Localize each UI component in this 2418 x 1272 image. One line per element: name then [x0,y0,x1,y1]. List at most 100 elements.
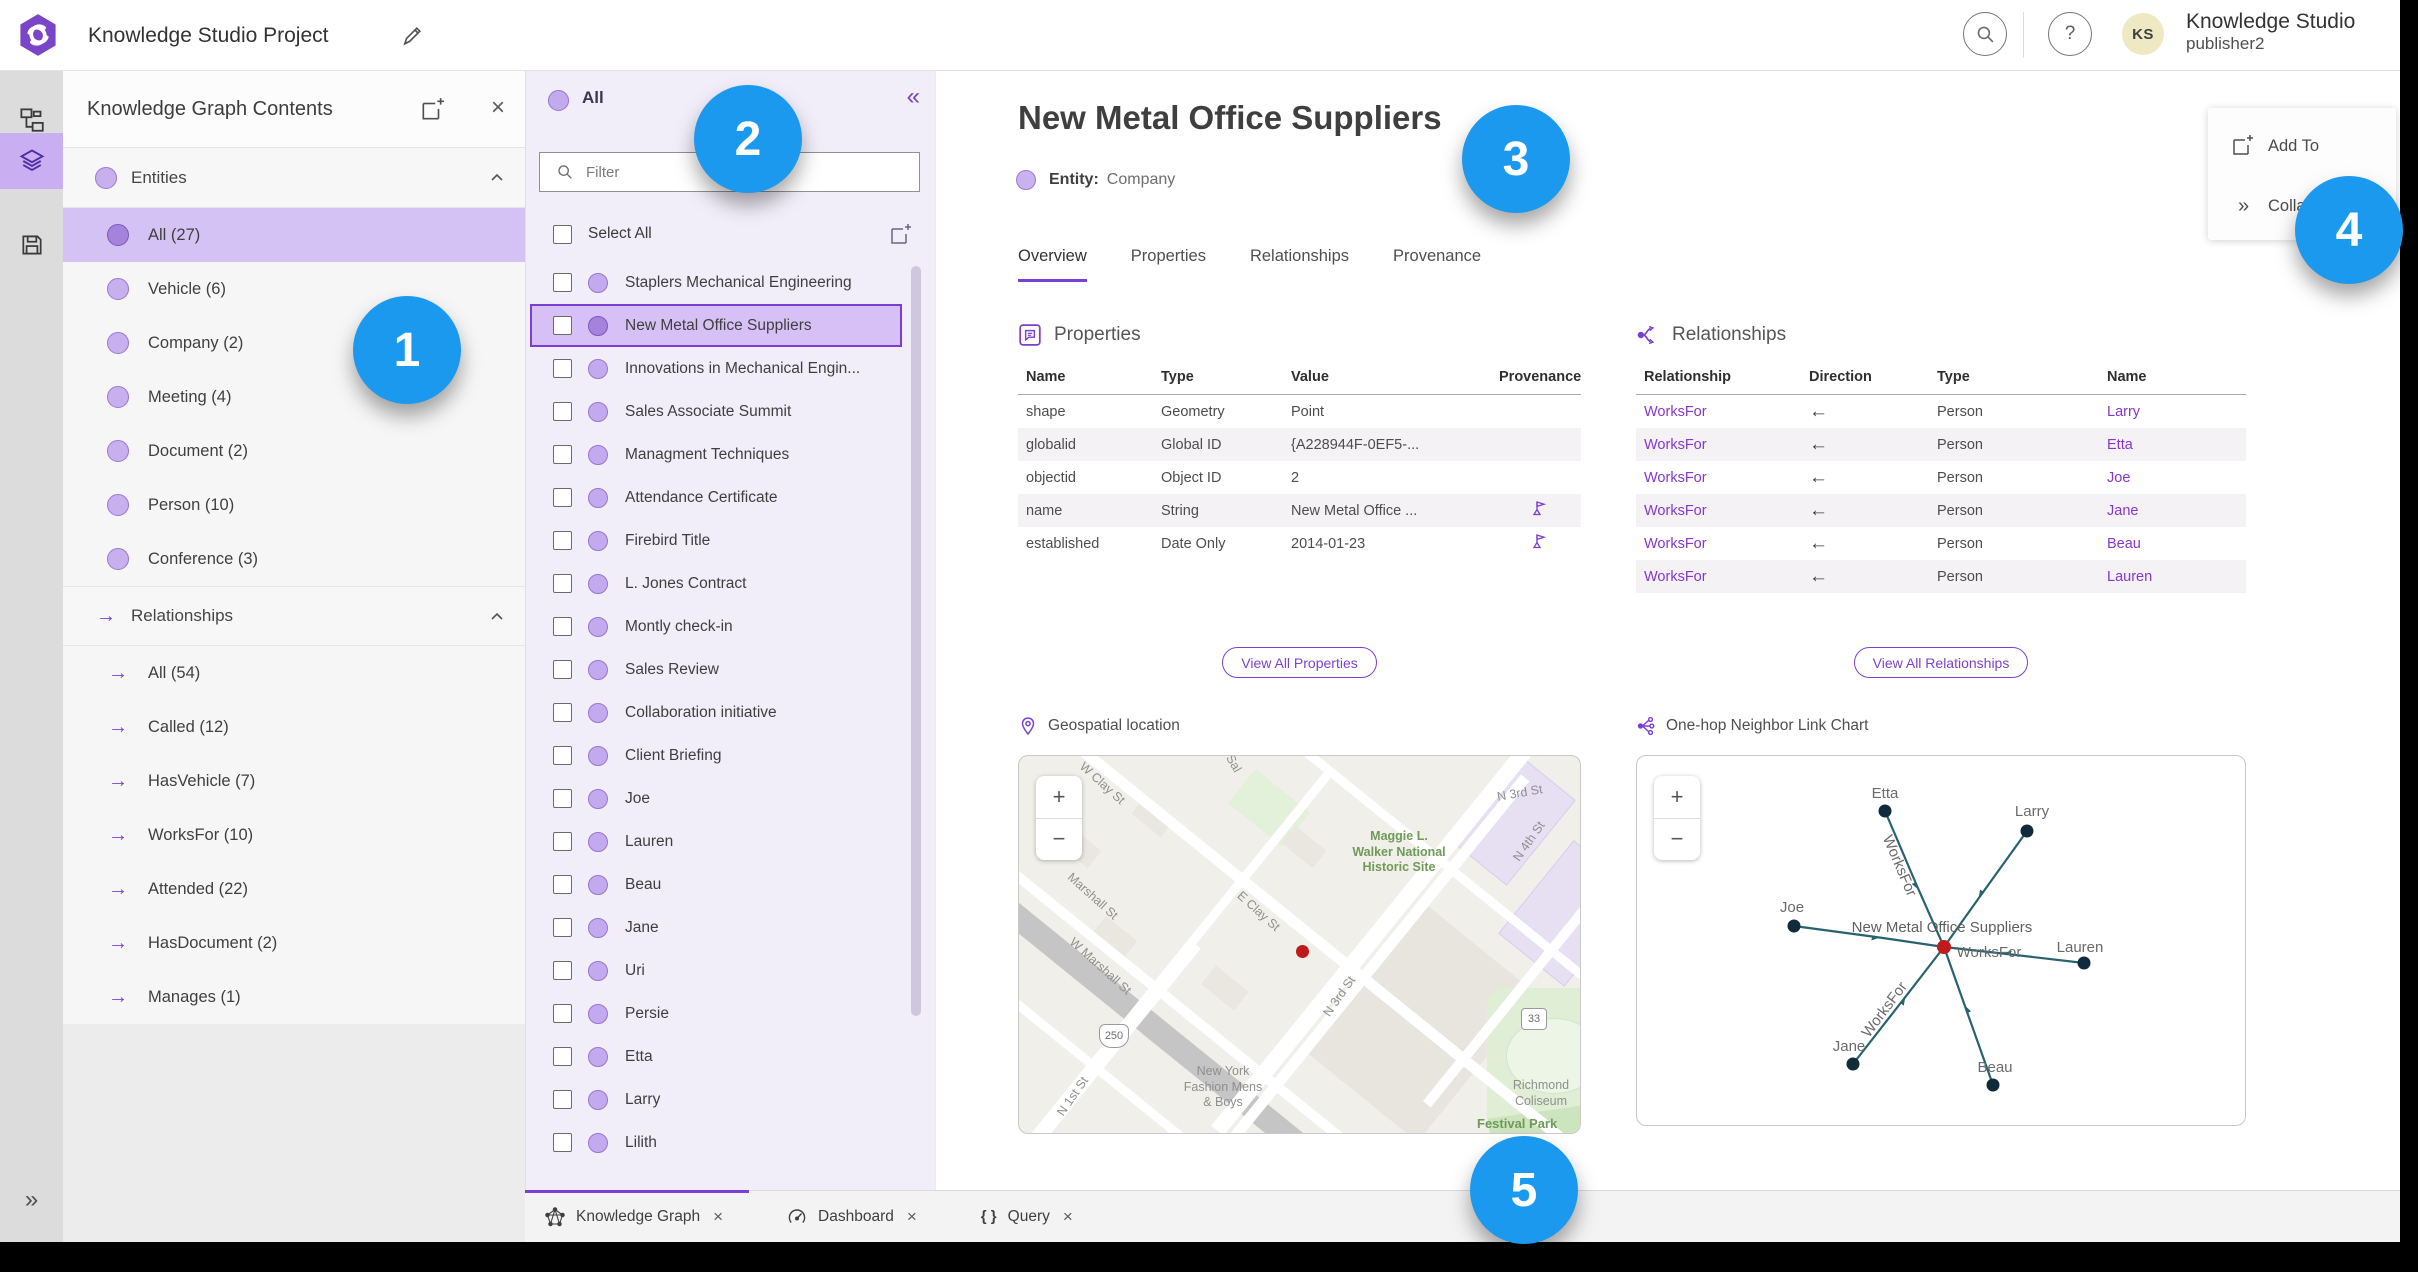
list-scrollbar[interactable] [911,266,921,1016]
item-checkbox[interactable] [553,445,572,464]
item-checkbox[interactable] [553,746,572,765]
entity-list-item[interactable]: Staplers Mechanical Engineering [526,261,910,304]
entity-list-item[interactable]: Firebird Title [526,519,910,562]
tab-relationships[interactable]: Relationships [1250,247,1349,282]
entity-list-item[interactable]: Sales Associate Summit [526,390,910,433]
view-all-relationships-button[interactable]: View All Relationships [1853,647,2029,678]
item-checkbox[interactable] [553,1047,572,1066]
entity-list-item[interactable]: Sales Review [526,648,910,691]
relationship-type-row[interactable]: → WorksFor (10) [63,808,525,862]
zoom-in-button[interactable]: + [1654,776,1700,819]
relationship-type-row[interactable]: → HasVehicle (7) [63,754,525,808]
search-button[interactable] [1963,12,2007,56]
item-checkbox[interactable] [553,961,572,980]
entities-section-header[interactable]: Entities [63,148,525,208]
item-checkbox[interactable] [553,273,572,292]
rail-item-save[interactable] [0,217,63,273]
add-selection-to-new-window-button[interactable] [888,223,912,247]
view-all-properties-button[interactable]: View All Properties [1222,647,1377,678]
select-all-checkbox[interactable] [553,224,572,244]
tab-query[interactable]: { } Query × [961,1191,1099,1242]
zoom-in-button[interactable]: + [1036,776,1082,819]
center-node[interactable] [1937,940,1951,954]
tab-dashboard[interactable]: Dashboard × [767,1191,943,1242]
relationship-link[interactable]: WorksFor [1636,536,1801,552]
item-checkbox[interactable] [553,703,572,722]
entity-list-item[interactable]: New Metal Office Suppliers [530,304,902,347]
entity-type-row[interactable]: Conference (3) [63,532,525,586]
entity-list-item[interactable]: Etta [526,1035,910,1078]
relationships-section-header[interactable]: → Relationships [63,586,525,646]
entity-list-item[interactable]: Innovations in Mechanical Engin... [526,347,910,390]
item-checkbox[interactable] [553,617,572,636]
tab-knowledge-graph[interactable]: Knowledge Graph × [525,1190,750,1242]
entity-type-row[interactable]: Vehicle (6) [63,262,525,316]
relationship-type-row[interactable]: → HasDocument (2) [63,916,525,970]
item-checkbox[interactable] [553,531,572,550]
geospatial-map[interactable]: W Clay St Sal N 3rd St N 4th St Marshall… [1018,755,1581,1134]
entity-list-item[interactable]: Managment Techniques [526,433,910,476]
tab-properties[interactable]: Properties [1131,247,1206,282]
entity-list-item[interactable]: Larry [526,1078,910,1121]
entity-list-item[interactable]: Uri [526,949,910,992]
relationship-link[interactable]: WorksFor [1636,569,1801,585]
entity-list-item[interactable]: Attendance Certificate [526,476,910,519]
item-checkbox[interactable] [553,660,572,679]
add-to-new-window-button[interactable] [419,97,445,123]
entity-list-item[interactable]: Persie [526,992,910,1035]
item-checkbox[interactable] [553,402,572,421]
related-entity-link[interactable]: Larry [2099,404,2246,420]
item-checkbox[interactable] [553,488,572,507]
entity-type-row[interactable]: Meeting (4) [63,370,525,424]
rail-item-contents[interactable] [0,133,63,189]
relationship-type-row[interactable]: → Manages (1) [63,970,525,1024]
related-entity-link[interactable]: Jane [2099,503,2246,519]
related-entity-link[interactable]: Etta [2099,437,2246,453]
chevron-up-icon[interactable] [489,609,505,625]
edit-title-icon[interactable] [400,24,424,48]
close-tab-icon[interactable]: × [1063,1207,1073,1227]
tab-overview[interactable]: Overview [1018,247,1087,282]
user-info[interactable]: Knowledge Studio publisher2 [2186,10,2355,54]
entity-type-row[interactable]: All (27) [63,208,525,262]
collapse-panel-button[interactable]: « [907,83,920,111]
close-tab-icon[interactable]: × [713,1207,723,1227]
tab-provenance[interactable]: Provenance [1393,247,1481,282]
entity-list-item[interactable]: Lauren [526,820,910,863]
avatar[interactable]: KS [2122,13,2164,55]
relationship-link[interactable]: WorksFor [1636,404,1801,420]
close-tab-icon[interactable]: × [907,1207,917,1227]
entity-type-row[interactable]: Person (10) [63,478,525,532]
entity-list-item[interactable]: Client Briefing [526,734,910,777]
provenance-flag-icon[interactable] [1531,533,1549,551]
entity-list-item[interactable]: Montly check-in [526,605,910,648]
item-checkbox[interactable] [553,789,572,808]
item-checkbox[interactable] [553,918,572,937]
knowledge-studio-logo-icon[interactable] [16,13,60,57]
item-checkbox[interactable] [553,875,572,894]
entity-list-item[interactable]: Jane [526,906,910,949]
entity-list-item[interactable]: Lilith [526,1121,910,1164]
provenance-flag-icon[interactable] [1531,500,1549,518]
zoom-out-button[interactable]: − [1654,819,1700,861]
entity-location-marker[interactable] [1296,945,1309,958]
expand-rail-button[interactable]: » [0,1186,63,1214]
panel1-close-button[interactable]: × [483,93,513,123]
related-entity-link[interactable]: Joe [2099,470,2246,486]
relationship-type-row[interactable]: → Attended (22) [63,862,525,916]
entity-list-item[interactable]: Collaboration initiative [526,691,910,734]
zoom-out-button[interactable]: − [1036,819,1082,861]
entity-list-item[interactable]: L. Jones Contract [526,562,910,605]
related-entity-link[interactable]: Beau [2099,536,2246,552]
item-checkbox[interactable] [553,574,572,593]
entity-list-item[interactable]: Beau [526,863,910,906]
chevron-up-icon[interactable] [489,170,505,186]
relationship-link[interactable]: WorksFor [1636,470,1801,486]
item-checkbox[interactable] [553,316,572,335]
item-checkbox[interactable] [553,359,572,378]
item-checkbox[interactable] [553,1004,572,1023]
relationship-link[interactable]: WorksFor [1636,503,1801,519]
item-checkbox[interactable] [553,1133,572,1152]
relationship-type-row[interactable]: → All (54) [63,646,525,700]
relationship-type-row[interactable]: → Called (12) [63,700,525,754]
